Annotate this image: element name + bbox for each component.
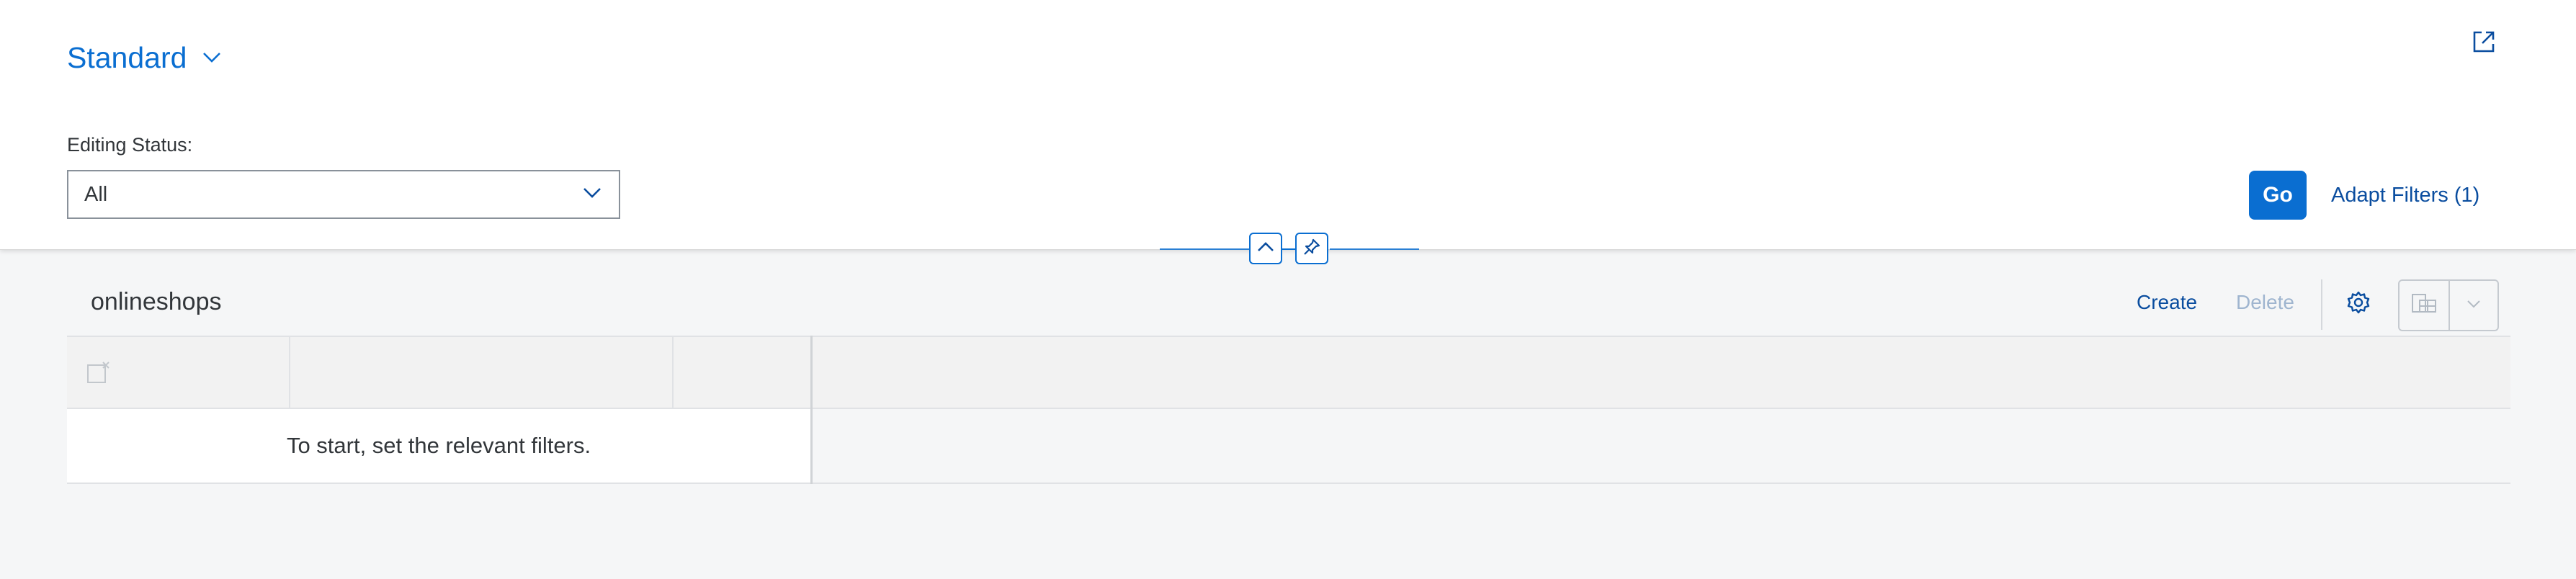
header-divider-line: [1330, 248, 1419, 250]
chevron-down-icon[interactable]: [583, 187, 601, 202]
onlineshops-table: To start, set the relevant filters.: [67, 336, 2510, 484]
table-settings-button[interactable]: [2344, 290, 2373, 318]
editing-status-label: Editing Status:: [67, 134, 193, 156]
no-data-text: To start, set the relevant filters.: [286, 433, 591, 458]
filter-bar-header: Standard Editing Status: All Go Adapt Fi…: [0, 0, 2576, 250]
chevron-down-icon: [2467, 299, 2481, 312]
pin-header-button[interactable]: [1295, 233, 1328, 264]
chevron-down-icon: [202, 52, 221, 63]
column-divider[interactable]: [289, 337, 290, 409]
chevron-up-icon: [1257, 241, 1274, 256]
table-header-row: [67, 336, 2510, 409]
collapse-header-button[interactable]: [1249, 233, 1282, 264]
table-bottom-border: [67, 482, 2510, 484]
header-divider-line: [1160, 248, 1249, 250]
delete-button[interactable]: Delete: [2236, 291, 2294, 314]
gear-icon: [2346, 290, 2371, 318]
share-icon[interactable]: [2469, 27, 2498, 56]
export-menu-button[interactable]: [2398, 279, 2499, 331]
go-button[interactable]: Go: [2249, 171, 2307, 220]
clear-selection-icon[interactable]: [86, 360, 112, 386]
export-button[interactable]: [2400, 281, 2450, 330]
export-spreadsheet-icon: [2411, 293, 2437, 318]
variant-title: Standard: [67, 41, 187, 74]
table-body-scroll-area: [813, 409, 2510, 482]
create-button[interactable]: Create: [2137, 291, 2197, 314]
column-divider[interactable]: [672, 337, 674, 409]
table-title: onlineshops: [91, 288, 222, 315]
toolbar-separator: [2321, 279, 2322, 330]
pin-icon: [1302, 238, 1321, 260]
no-data-row: To start, set the relevant filters.: [67, 409, 810, 482]
variant-management[interactable]: Standard: [67, 37, 221, 78]
editing-status-select[interactable]: All: [67, 170, 620, 219]
editing-status-value: All: [84, 182, 108, 206]
export-dropdown-button[interactable]: [2450, 281, 2497, 330]
header-divider-line: [1281, 248, 1297, 250]
adapt-filters-button[interactable]: Adapt Filters (1): [2331, 171, 2479, 220]
frozen-column-divider: [810, 336, 813, 484]
